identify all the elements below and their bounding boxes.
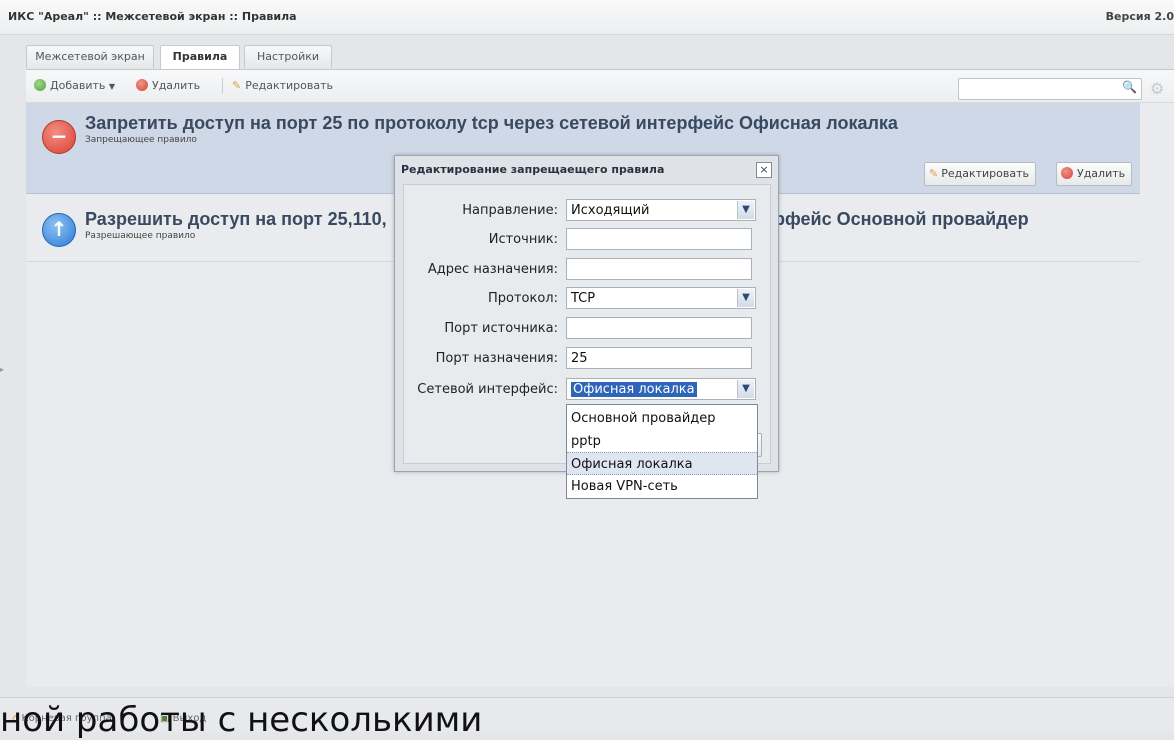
rule-subtitle: Запрещающее правило [85,135,197,145]
search-icon[interactable]: 🔍 [1122,80,1137,94]
rule-delete-label: Удалить [1077,167,1126,180]
chevron-down-icon[interactable]: ▼ [737,289,754,307]
interface-option-hovered[interactable]: Офисная локалка [567,452,757,475]
dialog-title: Редактирование запрещаещего правила [401,163,665,176]
arrow-up-icon: ↑ [42,213,76,247]
direction-label: Направление: [462,203,558,218]
interface-option[interactable]: pptp [567,430,757,453]
interface-dropdown-list: Основной провайдер pptp Офисная локалка … [566,404,758,499]
search-input[interactable]: 🔍 [958,78,1142,100]
dest-port-label: Порт назначения: [435,351,558,366]
chevron-down-icon[interactable]: ▼ [737,201,754,219]
interface-option[interactable]: Основной провайдер [567,407,757,430]
rule-title-left: Разрешить доступ на порт 25,110, [85,209,387,229]
interface-value: Офисная локалка [571,382,697,397]
interface-label: Сетевой интерфейс: [417,382,558,397]
pencil-icon: ✎ [929,167,939,180]
version-label: Версия 2.0 [1105,10,1174,23]
protocol-select[interactable]: TCP ▼ [566,287,756,309]
delete-button-label: Удалить [152,79,201,92]
panel-collapse-handle[interactable]: ▸ [0,365,6,377]
tab-firewall[interactable]: Межсетевой экран [26,45,154,68]
pencil-icon: ✎ [232,79,242,92]
source-label: Источник: [488,232,558,247]
minus-circle-icon [1061,167,1073,179]
protocol-label: Протокол: [487,291,558,306]
window-title: ИКС "Ареал" :: Межсетевой экран :: Прави… [8,10,297,23]
direction-value: Исходящий [571,203,650,218]
dialog-header[interactable]: Редактирование запрещаещего правила × [395,156,778,184]
protocol-value: TCP [571,291,596,306]
source-input[interactable] [566,228,752,250]
rule-edit-button[interactable]: ✎ Редактировать [924,162,1036,186]
chevron-down-icon: ▼ [108,82,116,91]
chevron-down-icon[interactable]: ▼ [737,380,754,398]
tab-rules[interactable]: Правила [160,45,240,70]
rule-title: Запретить доступ на порт 25 по протоколу… [85,113,898,133]
gear-icon[interactable]: ⚙ [1150,79,1164,98]
destination-label: Адрес назначения: [427,262,558,277]
minus-circle-icon [136,79,148,91]
rule-subtitle: Разрешающее правило [85,231,196,241]
window-titlebar: ИКС "Ареал" :: Межсетевой экран :: Прави… [0,0,1174,35]
source-port-label: Порт источника: [444,321,558,336]
edit-button[interactable]: ✎ Редактировать [232,77,333,95]
stop-icon: − [42,120,76,154]
rule-title-right: рфейс Основной провайдер [774,209,1029,229]
direction-select[interactable]: Исходящий ▼ [566,199,756,221]
interface-select[interactable]: Офисная локалка ▼ [566,378,756,400]
add-button[interactable]: Добавить ▼ [34,77,115,95]
interface-option[interactable]: Новая VPN-сеть [567,475,757,498]
add-button-label: Добавить [50,79,106,92]
source-port-input[interactable] [566,317,752,339]
close-icon[interactable]: × [756,162,772,178]
tab-settings[interactable]: Настройки [244,45,332,68]
dest-port-input[interactable]: 25 [566,347,752,369]
delete-button[interactable]: Удалить [136,77,200,95]
edit-button-label: Редактировать [245,79,333,92]
toolbar-separator [222,78,223,94]
rule-delete-button[interactable]: Удалить [1056,162,1133,186]
destination-input[interactable] [566,258,752,280]
overlay-caption: ной работы с несколькими [0,700,483,740]
plus-circle-icon [34,79,46,91]
rule-edit-label: Редактировать [941,167,1029,180]
